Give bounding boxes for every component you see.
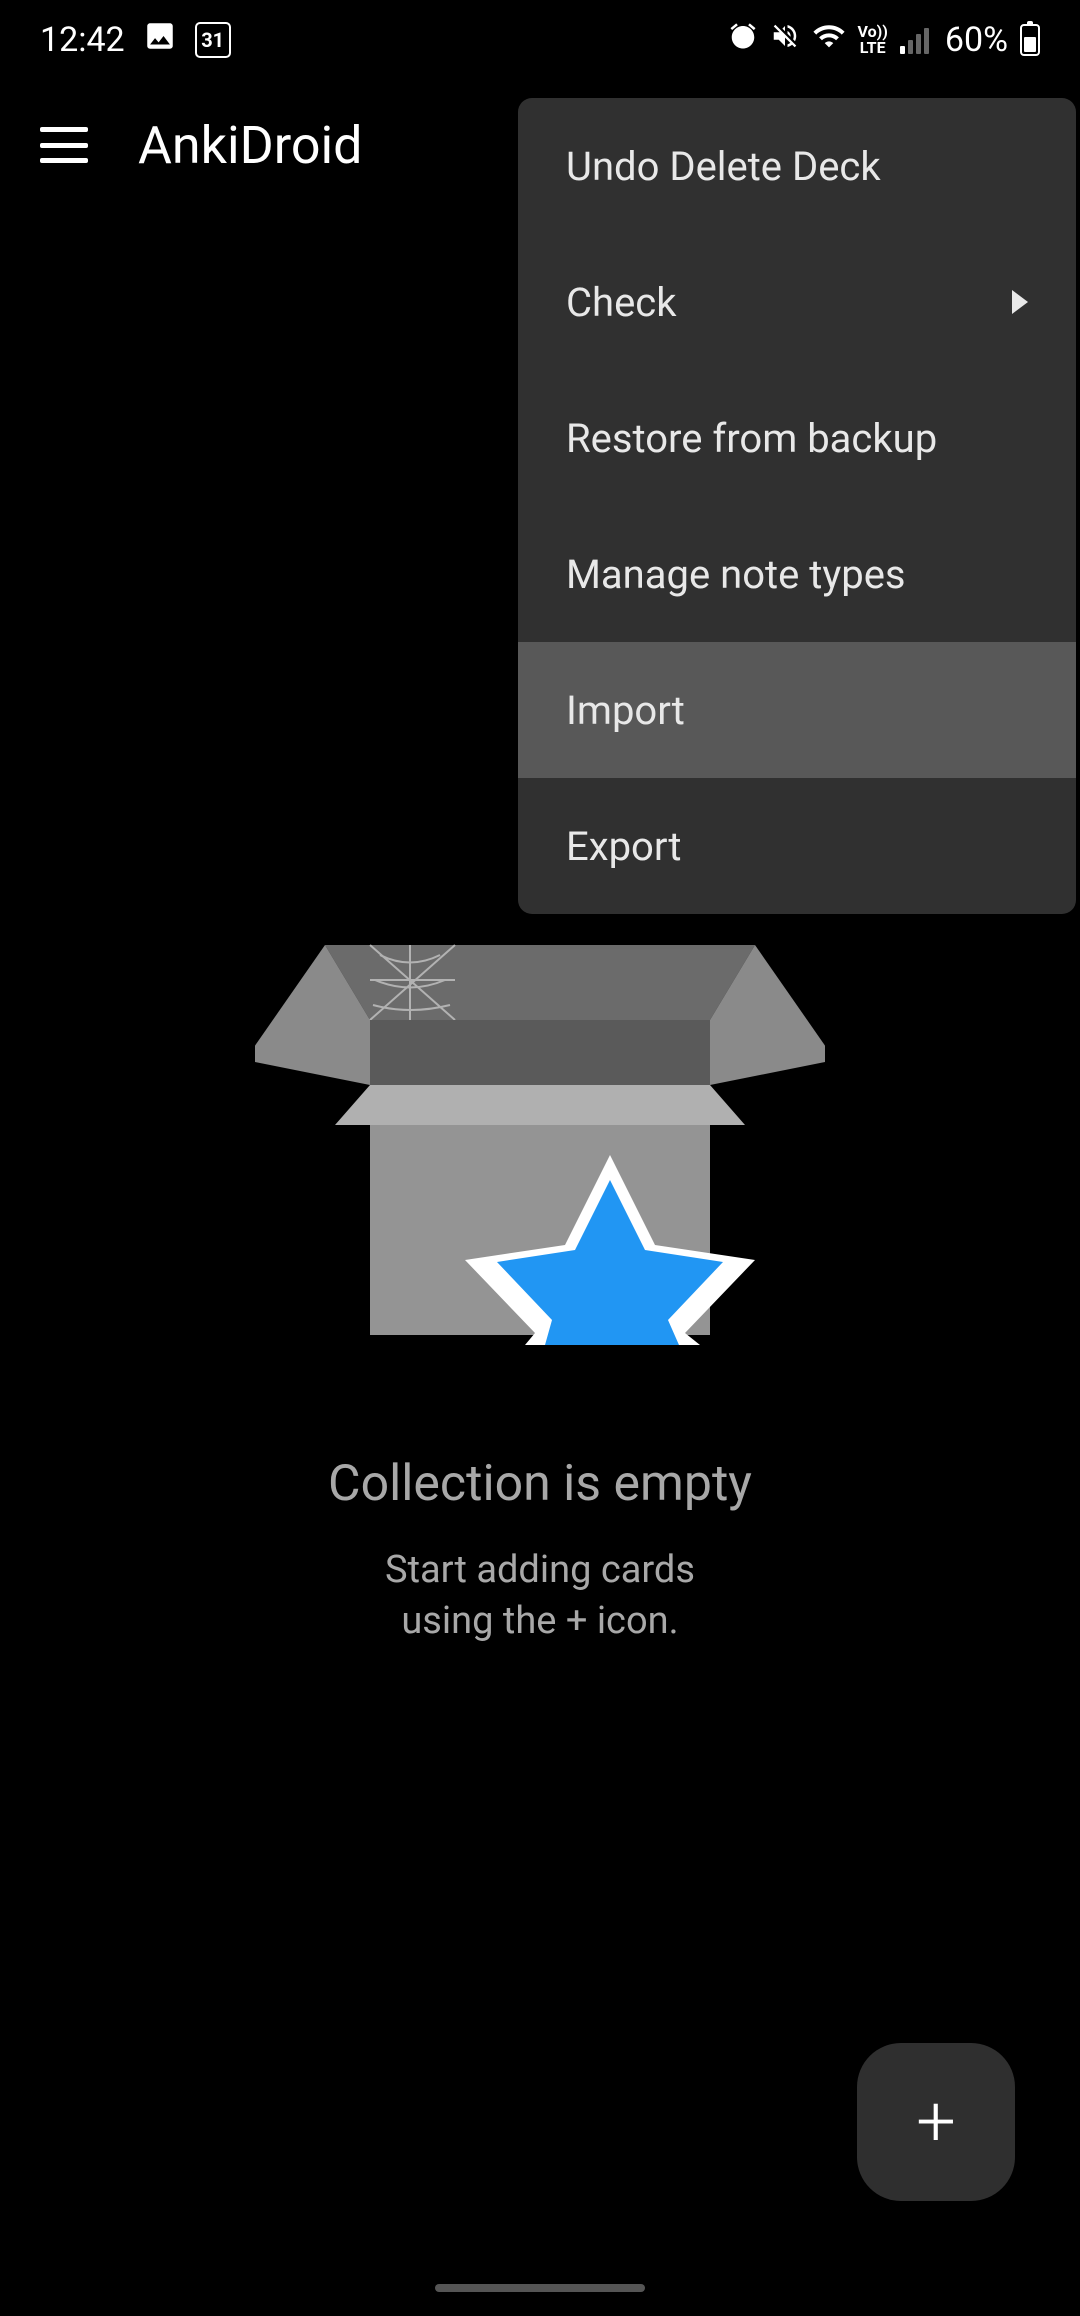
hamburger-icon[interactable]: [40, 127, 88, 163]
battery-percent: 60%: [945, 20, 1008, 60]
app-title: AnkiDroid: [138, 115, 363, 176]
menu-item-label: Check: [566, 279, 677, 326]
status-left: 12:42 31: [40, 19, 231, 62]
network-type-label: Vo)) LTE: [858, 24, 888, 56]
plus-icon: +: [916, 2087, 956, 2157]
status-time: 12:42: [40, 20, 125, 60]
menu-item-export[interactable]: Export: [518, 778, 1076, 914]
empty-state: Collection is empty Start adding cards u…: [0, 940, 1080, 1648]
chevron-right-icon: [1012, 290, 1028, 314]
battery-icon: [1020, 24, 1040, 56]
menu-item-label: Export: [566, 823, 681, 870]
empty-box-illustration: [255, 925, 825, 1345]
menu-item-label: Manage note types: [566, 551, 906, 598]
signal-icon: [900, 26, 929, 54]
menu-item-label: Undo Delete Deck: [566, 143, 881, 190]
menu-item-label: Restore from backup: [566, 415, 937, 462]
alarm-icon: [728, 20, 758, 60]
menu-item-check[interactable]: Check: [518, 234, 1076, 370]
navigation-handle[interactable]: [435, 2284, 645, 2292]
wifi-icon: [812, 19, 846, 62]
calendar-icon: 31: [195, 22, 231, 58]
menu-item-manage-note-types[interactable]: Manage note types: [518, 506, 1076, 642]
mute-icon: [770, 20, 800, 60]
menu-item-undo-delete-deck[interactable]: Undo Delete Deck: [518, 98, 1076, 234]
menu-item-restore-from-backup[interactable]: Restore from backup: [518, 370, 1076, 506]
image-icon: [143, 19, 177, 62]
status-bar: 12:42 31 Vo)) LTE 60%: [0, 0, 1080, 80]
menu-item-label: Import: [566, 687, 685, 734]
menu-item-import[interactable]: Import: [518, 642, 1076, 778]
overflow-menu: Undo Delete Deck Check Restore from back…: [518, 98, 1076, 914]
empty-state-subtitle: Start adding cards using the + icon.: [385, 1545, 695, 1648]
add-fab[interactable]: +: [857, 2043, 1015, 2201]
status-right: Vo)) LTE 60%: [728, 19, 1040, 62]
empty-state-title: Collection is empty: [328, 1455, 752, 1513]
